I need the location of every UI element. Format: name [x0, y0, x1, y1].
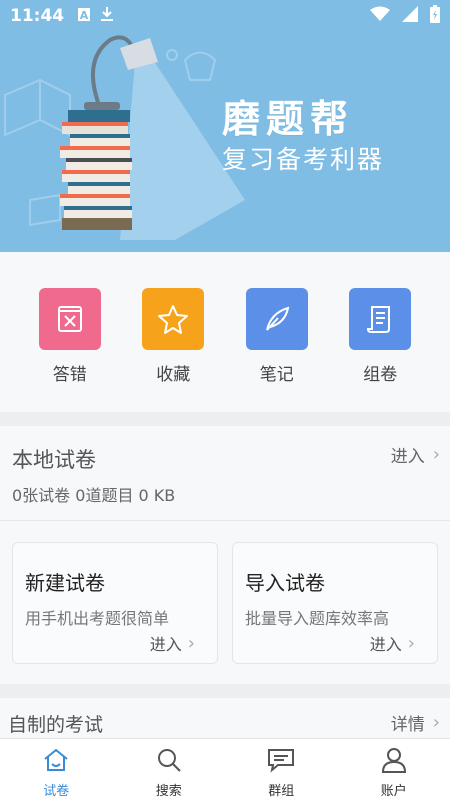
user-icon	[381, 747, 407, 777]
chat-icon	[266, 747, 296, 777]
chevron-right-icon: ›	[432, 712, 440, 733]
quick-action-compose[interactable]: 组卷	[335, 252, 425, 412]
card-description: 用手机出考题很简单	[25, 609, 170, 628]
local-papers-enter-link[interactable]: 进入 ›	[391, 442, 440, 467]
home-icon	[42, 747, 70, 777]
nav-item-search[interactable]: 搜索	[113, 739, 226, 800]
section-separator	[0, 412, 450, 426]
card-enter-link[interactable]: 进入 ›	[370, 631, 415, 655]
import-paper-card[interactable]: 导入试卷 批量导入题库效率高 进入 ›	[232, 542, 438, 664]
card-title: 新建试卷	[25, 571, 105, 595]
search-icon	[156, 747, 182, 777]
new-paper-card[interactable]: 新建试卷 用手机出考题很简单 进入 ›	[12, 542, 218, 664]
nav-item-groups[interactable]: 群组	[225, 739, 338, 800]
quick-action-label: 收藏	[156, 365, 191, 385]
quick-action-label: 答错	[52, 365, 87, 385]
local-papers-stats: 0张试卷 0道题目 0 KB	[12, 486, 176, 505]
quick-action-notes[interactable]: 笔记	[232, 252, 322, 412]
nav-item-papers[interactable]: 试卷	[0, 739, 113, 800]
nav-item-account[interactable]: 账户	[338, 739, 450, 800]
local-papers-section: 本地试卷 进入 › 0张试卷 0道题目 0 KB 新建试卷 用手机出考题很简单 …	[0, 426, 450, 684]
app-subtitle: 复习备考利器	[222, 145, 385, 174]
local-papers-title: 本地试卷	[12, 448, 96, 472]
nav-label: 群组	[268, 784, 295, 799]
nav-label: 账户	[380, 784, 407, 799]
card-enter-label: 进入	[149, 635, 182, 654]
app-title: 磨题帮	[222, 97, 355, 141]
nav-label: 试卷	[43, 784, 70, 799]
quick-action-label: 组卷	[363, 365, 398, 385]
quick-actions: 答错 收藏 笔记 组卷	[0, 252, 450, 412]
self-exams-detail-link[interactable]: 详情 ›	[391, 710, 440, 735]
scroll-icon	[349, 288, 412, 350]
chevron-right-icon: ›	[187, 632, 195, 654]
divider	[0, 520, 450, 521]
feather-pen-icon	[245, 288, 308, 350]
card-title: 导入试卷	[245, 571, 325, 595]
chevron-right-icon: ›	[432, 444, 440, 465]
detail-label: 详情	[390, 715, 425, 735]
wrong-answers-icon	[38, 288, 101, 350]
enter-label: 进入	[390, 447, 425, 467]
self-exams-section: 自制的考试 详情 ›	[0, 698, 450, 740]
header-banner: 11:44 A 磨题帮 复习备考利器	[0, 0, 450, 252]
quick-action-wrong[interactable]: 答错	[25, 252, 115, 412]
self-exams-title: 自制的考试	[8, 714, 104, 736]
quick-action-label: 笔记	[259, 365, 294, 385]
quick-action-favorites[interactable]: 收藏	[128, 252, 218, 412]
star-icon	[142, 288, 205, 350]
svg-text:A: A	[80, 9, 89, 21]
section-separator	[0, 684, 450, 698]
bottom-nav: 试卷 搜索 群组 账户	[0, 738, 450, 800]
card-enter-link[interactable]: 进入 ›	[150, 631, 195, 655]
chevron-right-icon: ›	[407, 632, 415, 654]
card-description: 批量导入题库效率高	[245, 609, 390, 628]
nav-label: 搜索	[155, 784, 182, 799]
card-enter-label: 进入	[369, 635, 402, 654]
